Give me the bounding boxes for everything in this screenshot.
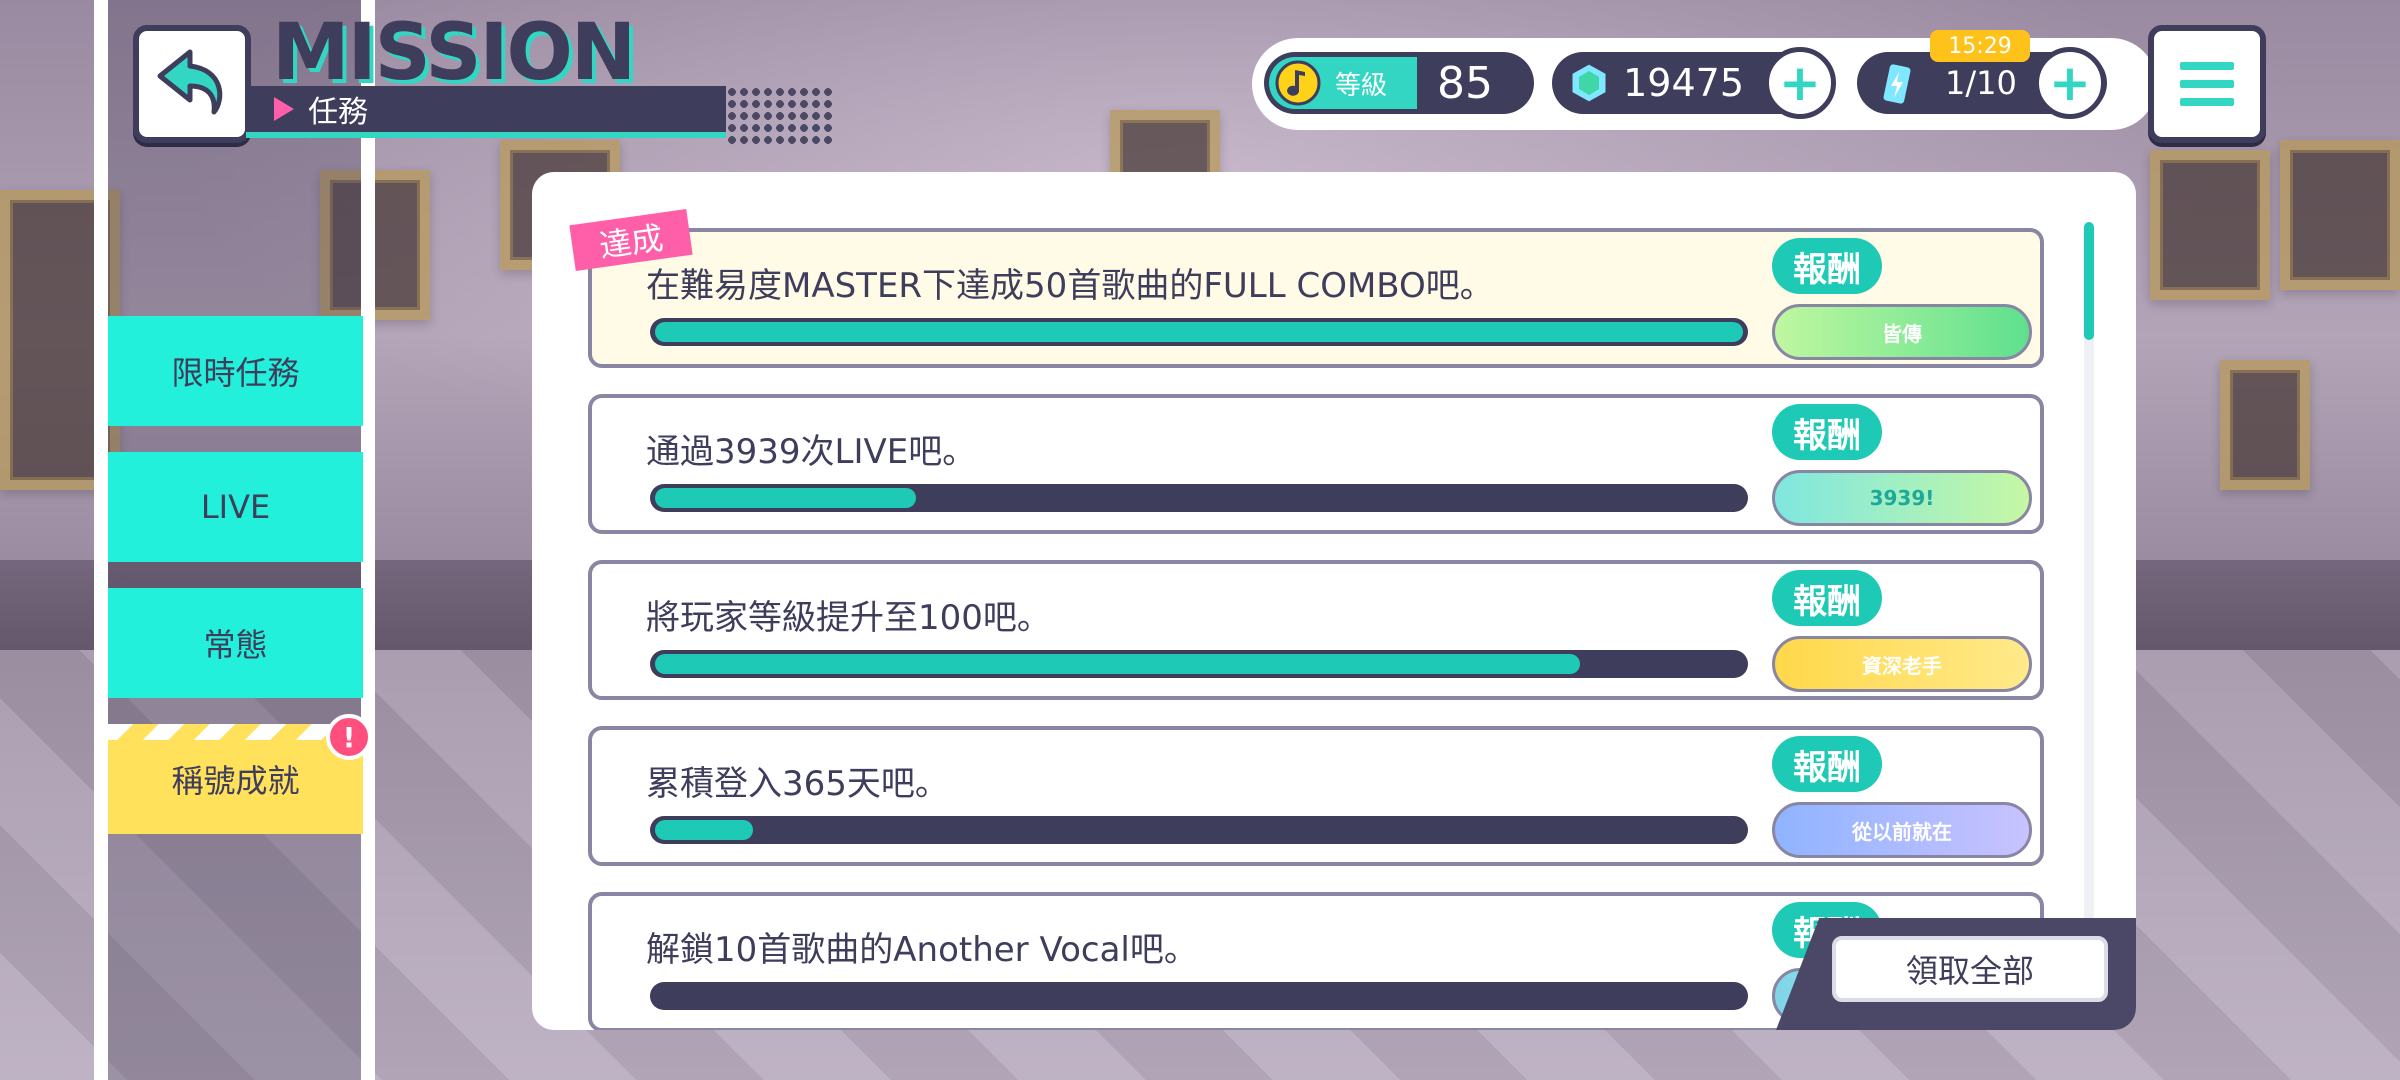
- energy-timer: 15:29: [1930, 30, 2030, 62]
- tab-live[interactable]: LIVE: [108, 452, 363, 562]
- reward-title-plate: 3939!: [1772, 470, 2032, 526]
- tab-titles-achievements[interactable]: 稱號成就: [108, 724, 363, 834]
- back-button[interactable]: [133, 25, 251, 143]
- mission-description: 在難易度MASTER下達成50首歌曲的FULL COMBO吧。: [646, 266, 1494, 306]
- page-title: MISSION: [272, 8, 636, 98]
- claim-all-button[interactable]: 領取全部: [1832, 936, 2108, 1002]
- reward-title: 從以前就在: [1852, 819, 1952, 844]
- reward-title: 3939!: [1869, 486, 1935, 510]
- page-subtitle-bar: 任務: [246, 86, 726, 138]
- scrollbar-thumb[interactable]: [2084, 222, 2094, 340]
- music-note-icon: [1275, 60, 1321, 106]
- mission-progress-bar: [650, 982, 1748, 1010]
- tab-titles-achievements-label: 稱號成就: [171, 762, 300, 800]
- level-label: 等級: [1335, 70, 1388, 101]
- reward-button[interactable]: 報酬: [1772, 238, 1882, 294]
- mission-progress-bar: [650, 816, 1748, 844]
- reward-title-plate: 從以前就在: [1772, 802, 2032, 858]
- mission-description: 解鎖10首歌曲的Another Vocal吧。: [646, 930, 1198, 970]
- mission-progress-bar: [650, 318, 1748, 346]
- progress-fill: [655, 654, 1580, 674]
- add-energy-button[interactable]: +: [2034, 47, 2106, 119]
- progress-fill: [655, 322, 1743, 342]
- reward-button[interactable]: 報酬: [1772, 404, 1882, 460]
- page-subtitle: 任務: [308, 95, 368, 130]
- mission-progress-bar: [650, 484, 1748, 512]
- level-value: 85: [1437, 57, 1493, 109]
- add-gems-button[interactable]: +: [1764, 47, 1836, 119]
- crystal-gem-icon: [1569, 61, 1609, 105]
- gems-value: 19475: [1623, 61, 1744, 105]
- mission-card: 在難易度MASTER下達成50首歌曲的FULL COMBO吧。 報酬 皆傳: [588, 228, 2044, 368]
- mission-list-panel: 在難易度MASTER下達成50首歌曲的FULL COMBO吧。 報酬 皆傳 通過…: [532, 172, 2136, 1030]
- reward-title: 資深老手: [1862, 653, 1942, 678]
- tab-limited-missions[interactable]: 限時任務: [108, 316, 363, 426]
- energy-drink-icon: [1880, 61, 1914, 107]
- reward-title: 皆傳: [1882, 321, 1922, 346]
- menu-button[interactable]: [2148, 25, 2266, 143]
- painting-frame: [2220, 360, 2310, 490]
- back-arrow-icon: [157, 49, 223, 115]
- mission-card: 將玩家等級提升至100吧。 報酬 資深老手: [588, 560, 2044, 700]
- alert-badge: !: [326, 714, 372, 760]
- mission-card: 通過3939次LIVE吧。 報酬 3939!: [588, 394, 2044, 534]
- hamburger-icon-line: [2180, 98, 2234, 106]
- rail-left: [94, 0, 108, 1080]
- reward-title-plate: 皆傳: [1772, 304, 2032, 360]
- reward-button[interactable]: 報酬: [1772, 570, 1882, 626]
- mission-description: 累積登入365天吧。: [646, 764, 949, 804]
- painting-frame: [2150, 150, 2270, 300]
- level-label-box: 等級: [1269, 57, 1417, 109]
- play-triangle-icon: [274, 97, 294, 121]
- reward-button[interactable]: 報酬: [1772, 736, 1882, 792]
- tab-regular[interactable]: 常態: [108, 588, 363, 698]
- hamburger-icon-line: [2180, 62, 2234, 70]
- level-display: 等級 85: [1264, 52, 1534, 114]
- energy-value: 1/10: [1945, 64, 2017, 102]
- hamburger-icon-line: [2180, 80, 2234, 88]
- progress-fill: [655, 820, 753, 840]
- progress-fill: [655, 488, 917, 508]
- rail-right: [361, 0, 375, 1080]
- reward-title-plate: 資深老手: [1772, 636, 2032, 692]
- painting-frame: [2280, 140, 2400, 290]
- mission-card: 累積登入365天吧。 報酬 從以前就在: [588, 726, 2044, 866]
- mission-description: 通過3939次LIVE吧。: [646, 432, 977, 472]
- halftone-decoration: [726, 86, 836, 144]
- mission-description: 將玩家等級提升至100吧。: [646, 598, 1051, 638]
- mission-progress-bar: [650, 650, 1748, 678]
